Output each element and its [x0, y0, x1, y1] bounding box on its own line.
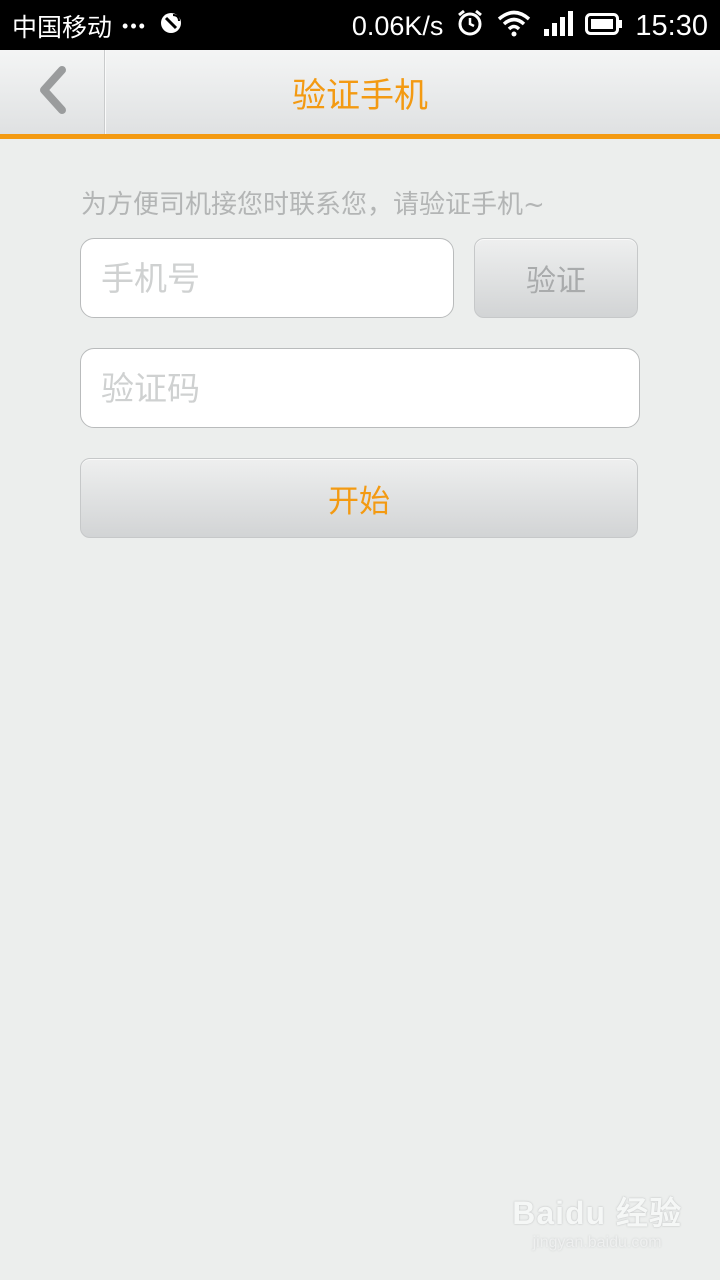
start-button[interactable]: 开始	[80, 458, 638, 538]
status-right: 0.06K/s 15:30	[352, 8, 708, 45]
watermark-brand: Baidu 经验	[512, 1195, 682, 1231]
phone-input[interactable]	[80, 238, 454, 318]
signal-icon	[543, 9, 574, 44]
page-title: 验证手机	[292, 75, 428, 116]
title-bar: 验证手机	[0, 50, 720, 139]
baidu-watermark: Baidu 经验 jingyan.baidu.com	[512, 1188, 682, 1252]
wifi-icon	[497, 9, 531, 44]
carrier-name: 中国移动	[12, 13, 113, 42]
status-bar: 中国移动 ••• 0.06K/s 15:30	[0, 0, 720, 50]
verification-code-input[interactable]	[80, 348, 640, 428]
clock: 15:30	[635, 10, 708, 42]
chevron-left-icon	[32, 64, 72, 120]
verify-button[interactable]: 验证	[474, 238, 638, 318]
notification-dots: •••	[122, 15, 147, 36]
watermark-url: jingyan.baidu.com	[532, 1234, 662, 1251]
satellite-icon	[157, 9, 185, 44]
alarm-icon	[455, 8, 485, 45]
hint-text: 为方便司机接您时联系您，请验证手机~	[81, 190, 545, 220]
back-button[interactable]	[0, 50, 105, 134]
battery-icon	[585, 11, 623, 43]
status-left: 中国移动 •••	[12, 8, 185, 44]
network-speed: 0.06K/s	[351, 11, 444, 41]
